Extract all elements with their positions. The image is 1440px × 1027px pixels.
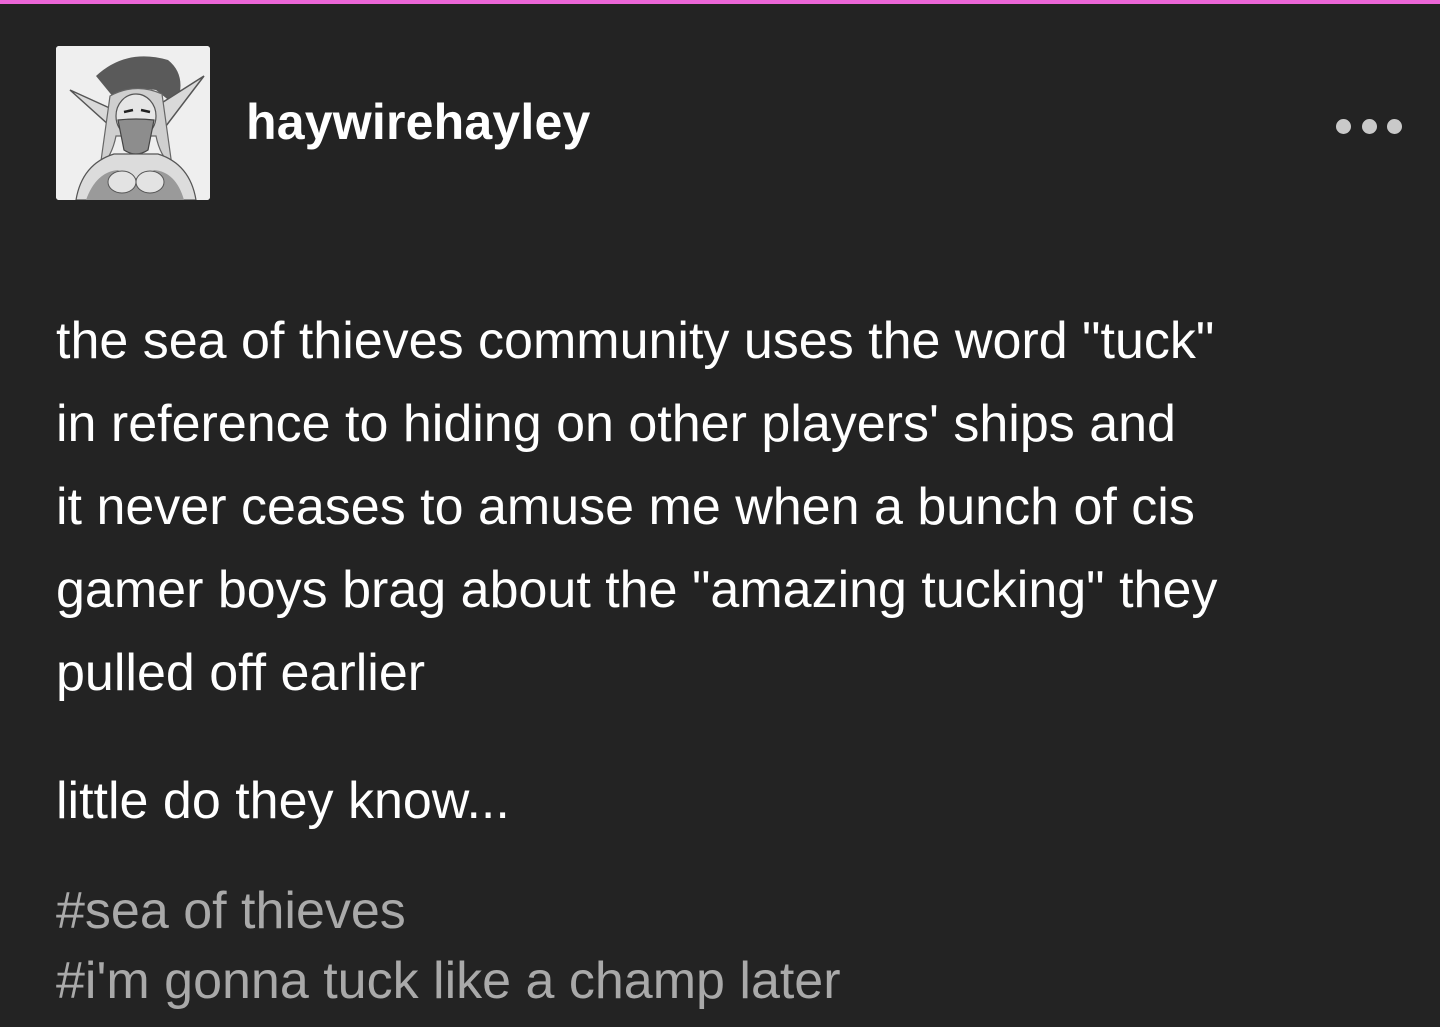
- tag-link[interactable]: #sea of thieves: [56, 876, 841, 946]
- more-dots-icon: [1387, 118, 1402, 134]
- username-link[interactable]: haywirehayley: [246, 90, 590, 154]
- post-line: the sea of thieves community uses the wo…: [56, 312, 1215, 370]
- post-line: it never ceases to amuse me when a bunch…: [56, 478, 1195, 536]
- more-dots-icon: [1336, 118, 1351, 134]
- avatar-elf-portrait-icon: [56, 46, 210, 200]
- post-paragraph-2: little do they know...: [56, 772, 510, 830]
- post-card: haywirehayley the sea of thieves communi…: [0, 4, 1440, 1027]
- tag-link[interactable]: #i'm gonna tuck like a champ later: [56, 946, 841, 1016]
- more-dots-icon: [1361, 118, 1377, 134]
- more-options-button[interactable]: [1336, 108, 1402, 144]
- post-line: in reference to hiding on other players'…: [56, 395, 1176, 453]
- post-line: pulled off earlier: [56, 644, 426, 702]
- post-body: the sea of thieves community uses the wo…: [56, 300, 1386, 715]
- post-paragraph-1: the sea of thieves community uses the wo…: [56, 300, 1386, 715]
- post-tags: #sea of thieves #i'm gonna tuck like a c…: [56, 876, 841, 1016]
- avatar[interactable]: [56, 46, 210, 200]
- post-line: gamer boys brag about the "amazing tucki…: [56, 561, 1218, 619]
